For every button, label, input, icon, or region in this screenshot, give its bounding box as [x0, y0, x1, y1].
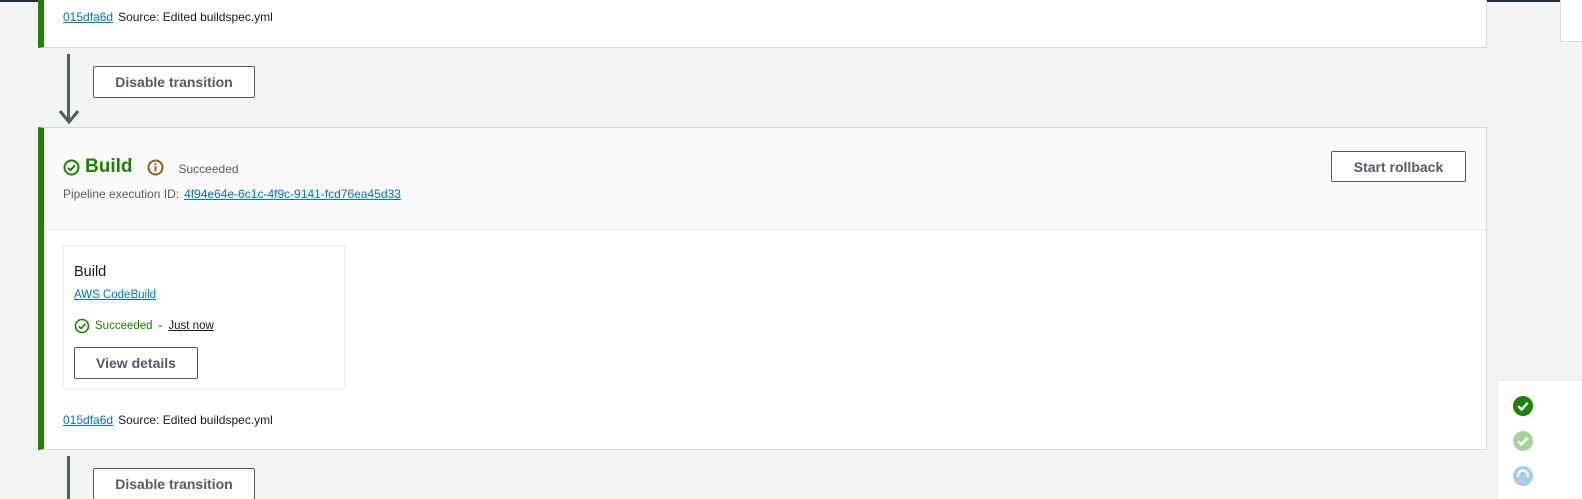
execution-id-row: Pipeline execution ID: 4f94e64e-6c1c-4f9… [63, 187, 401, 201]
check-circle-icon [63, 159, 80, 175]
previous-source-text: Source: Edited buildspec.yml [118, 10, 273, 24]
arrow-down-icon [58, 110, 80, 125]
side-status-panel [1497, 380, 1582, 499]
check-circle-icon [74, 318, 90, 334]
disable-transition-button-2[interactable]: Disable transition [93, 468, 255, 499]
build-stage-source: 015dfa6d Source: Edited buildspec.yml [63, 413, 273, 427]
check-circle-filled-icon[interactable] [1512, 395, 1534, 417]
action-status-text: Succeeded [95, 320, 153, 332]
action-provider-link[interactable]: AWS CodeBuild [74, 289, 156, 301]
stage-header: Build Succeeded Pipeline execution ID: 4… [44, 128, 1486, 230]
previous-commit-link[interactable]: 015dfa6d [63, 10, 113, 24]
view-details-button[interactable]: View details [74, 347, 198, 379]
info-icon[interactable] [147, 159, 164, 176]
stage-status: Succeeded [178, 162, 239, 176]
action-name: Build [74, 264, 107, 280]
start-rollback-button[interactable]: Start rollback [1331, 151, 1466, 182]
right-edge-panel [1560, 0, 1582, 42]
action-status: Succeeded - Just now [74, 318, 214, 334]
disable-transition-button[interactable]: Disable transition [93, 66, 255, 98]
execution-id-link[interactable]: 4f94e64e-6c1c-4f9c-9141-fcd76ea45d33 [184, 187, 401, 201]
previous-stage-source: 015dfa6d Source: Edited buildspec.yml [63, 10, 273, 24]
previous-stage: 015dfa6d Source: Edited buildspec.yml [38, 0, 1487, 48]
build-commit-link[interactable]: 015dfa6d [63, 413, 113, 427]
stage-title: Build [85, 156, 133, 177]
build-source-text: Source: Edited buildspec.yml [118, 413, 273, 427]
check-circle-light-icon[interactable] [1512, 430, 1534, 452]
in-progress-icon[interactable] [1512, 465, 1534, 487]
status-separator: - [158, 320, 163, 332]
build-stage: Build Succeeded Pipeline execution ID: 4… [38, 127, 1487, 450]
transition-arrow-line-2 [67, 456, 70, 499]
execution-id-label: Pipeline execution ID: [63, 187, 180, 201]
stage-title-row: Build Succeeded [63, 156, 239, 178]
action-time-link[interactable]: Just now [168, 320, 213, 332]
